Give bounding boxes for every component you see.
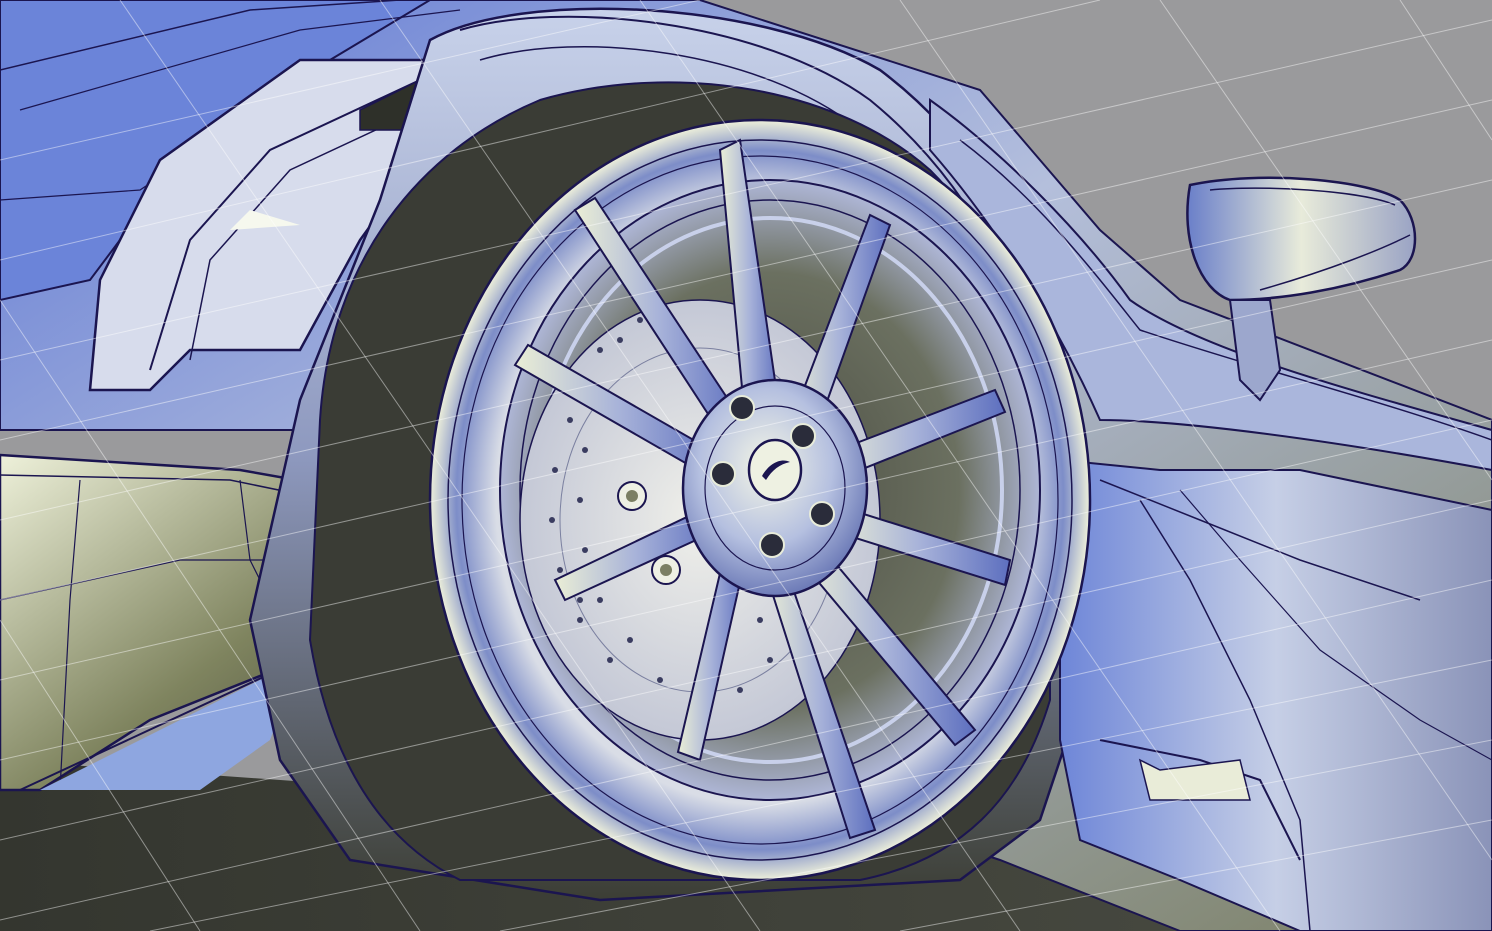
lug-nut-2 xyxy=(790,423,816,449)
lug-nut-3 xyxy=(809,501,835,527)
lug-nut-4 xyxy=(759,532,785,558)
lug-nut-5 xyxy=(710,461,736,487)
lug-nut-1 xyxy=(729,395,755,421)
wheel xyxy=(428,118,1092,882)
center-cap xyxy=(747,438,803,502)
render-viewport[interactable] xyxy=(0,0,1492,931)
scene-svg xyxy=(0,0,1492,931)
